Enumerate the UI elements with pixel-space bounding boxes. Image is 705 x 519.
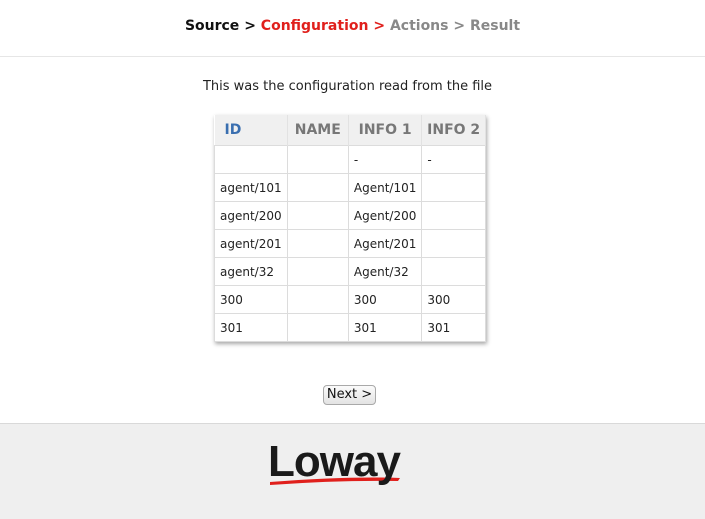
- table-cell: agent/101: [214, 173, 288, 202]
- table-header-row: ID NAME INFO 1 INFO 2: [214, 115, 486, 146]
- table-cell: [421, 173, 486, 202]
- table-cell: 301: [214, 313, 288, 342]
- breadcrumb-step-source: Source: [184, 18, 240, 34]
- table-cell: [286, 173, 349, 202]
- table-cell: [421, 257, 486, 286]
- table-row: agent/201 Agent/201: [214, 229, 486, 258]
- table-cell: [286, 285, 349, 314]
- column-header-id[interactable]: ID: [214, 115, 288, 146]
- table-cell: -: [347, 145, 423, 174]
- table-cell: 301: [347, 313, 423, 342]
- table-row: 300 300 300: [214, 285, 486, 314]
- table-cell: Agent/201: [347, 229, 423, 258]
- breadcrumb: Source > Configuration > Actions > Resul…: [0, 18, 705, 34]
- breadcrumb-separator: >: [244, 18, 261, 34]
- column-header-info1[interactable]: INFO 1: [348, 115, 423, 146]
- breadcrumb-step-result: Result: [469, 18, 521, 34]
- table-cell: Agent/101: [347, 173, 423, 202]
- next-button[interactable]: Next >: [323, 385, 376, 405]
- table-cell: -: [421, 145, 486, 174]
- table-cell: Agent/32: [347, 257, 423, 286]
- intro-text: This was the configuration read from the…: [202, 79, 493, 94]
- logo-wordmark: Loway: [268, 438, 401, 486]
- table-cell: [286, 229, 349, 258]
- footer: Loway: [0, 423, 705, 519]
- table-cell: Agent/200: [347, 201, 423, 230]
- table-row: 301 301 301: [214, 313, 486, 342]
- table-cell: [421, 229, 486, 258]
- table-cell: [421, 201, 486, 230]
- column-header-info2[interactable]: INFO 2: [421, 115, 486, 146]
- table-row: agent/101 Agent/101: [214, 173, 486, 202]
- table-cell: agent/32: [214, 257, 288, 286]
- table-cell: 301: [421, 313, 486, 342]
- wizard-header: Source > Configuration > Actions > Resul…: [0, 0, 705, 57]
- breadcrumb-step-configuration: Configuration: [260, 18, 369, 34]
- configuration-table: ID NAME INFO 1 INFO 2 - - agent/101 Agent/1…: [214, 115, 486, 342]
- table-row: agent/200 Agent/200: [214, 201, 486, 230]
- table-cell: [286, 201, 349, 230]
- breadcrumb-separator: >: [373, 18, 390, 34]
- table-cell: 300: [347, 285, 423, 314]
- table-cell: 300: [421, 285, 486, 314]
- loway-logo: Loway: [268, 438, 402, 486]
- table-cell: [286, 313, 349, 342]
- table-row: agent/32 Agent/32: [214, 257, 486, 286]
- table-cell: [286, 257, 349, 286]
- breadcrumb-step-actions: Actions: [389, 18, 449, 34]
- table-cell: agent/200: [214, 201, 288, 230]
- table-cell: 300: [214, 285, 288, 314]
- table-cell: [214, 145, 288, 174]
- breadcrumb-separator: >: [453, 18, 470, 34]
- table-row: --: [214, 145, 486, 174]
- table-cell: agent/201: [214, 229, 288, 258]
- column-header-name[interactable]: NAME: [287, 115, 349, 146]
- table-cell: [286, 145, 349, 174]
